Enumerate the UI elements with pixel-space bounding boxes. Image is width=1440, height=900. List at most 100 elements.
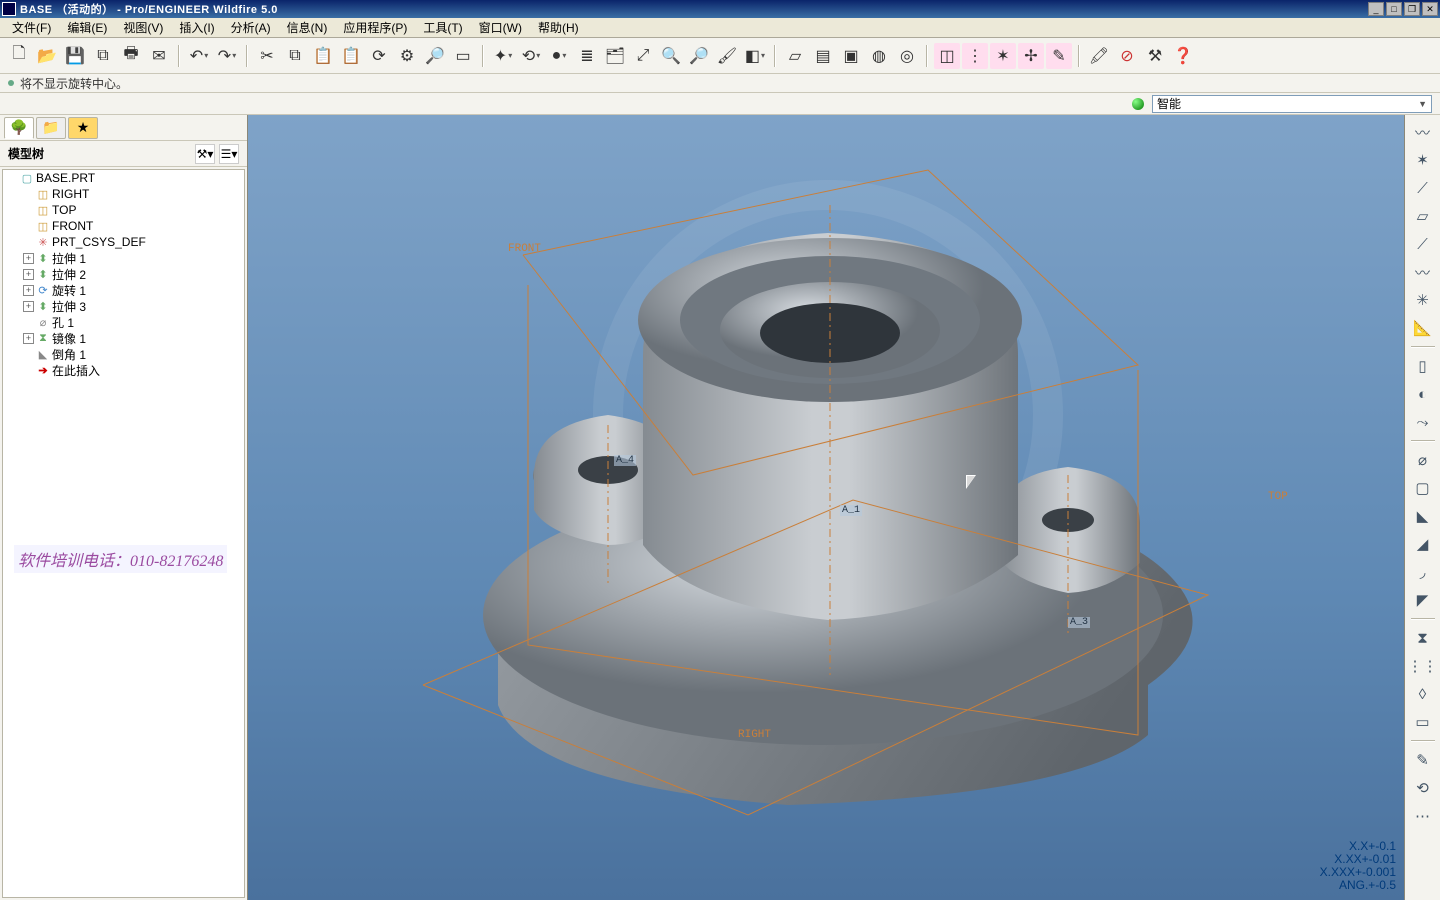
repaint-icon[interactable]: 🖌	[714, 43, 740, 69]
tree-settings-icon[interactable]: ⚒▾	[195, 144, 215, 164]
reference-icon[interactable]: ✳	[1409, 287, 1437, 313]
appearance-icon[interactable]: ●	[546, 43, 572, 69]
datum-csys-toggle-icon[interactable]: ✢	[1018, 43, 1044, 69]
tree-node[interactable]: ▢BASE.PRT	[3, 170, 244, 186]
open-file-icon[interactable]: 📂	[34, 43, 60, 69]
rib-icon[interactable]: ◣	[1409, 503, 1437, 529]
tree-node[interactable]: ➔在此插入	[3, 362, 244, 378]
restyle-icon[interactable]: ⟲	[1409, 775, 1437, 801]
tree-node[interactable]: ◫TOP	[3, 202, 244, 218]
style-icon[interactable]: ✎	[1409, 747, 1437, 773]
boundary-icon[interactable]: ▭	[1409, 709, 1437, 735]
regenerate-icon[interactable]: ⟳	[366, 43, 392, 69]
sweep-icon[interactable]: ⤳	[1409, 409, 1437, 435]
tree-node[interactable]: ⌀孔 1	[3, 314, 244, 330]
datum-csys-crt-icon[interactable]: 〰	[1409, 259, 1437, 285]
datum-plane-icon[interactable]: ▱	[1409, 203, 1437, 229]
draft-icon[interactable]: ◢	[1409, 531, 1437, 557]
new-file-icon[interactable]: 🗋	[6, 43, 32, 69]
menu-item[interactable]: 帮助(H)	[530, 18, 587, 37]
menu-item[interactable]: 视图(V)	[115, 18, 171, 37]
datum-plane-toggle-icon[interactable]: ◫	[934, 43, 960, 69]
refit-icon[interactable]: ⤢	[630, 43, 656, 69]
save-copy-icon[interactable]: ⧉	[90, 43, 116, 69]
email-icon[interactable]: ✉	[146, 43, 172, 69]
menu-item[interactable]: 信息(N)	[279, 18, 336, 37]
enhanced-icon[interactable]: ◎	[894, 43, 920, 69]
shaded-icon[interactable]: ◍	[866, 43, 892, 69]
mirror-icon[interactable]: ⧗	[1409, 625, 1437, 651]
tree-node[interactable]: ✳PRT_CSYS_DEF	[3, 234, 244, 250]
annotation-toggle-icon[interactable]: ✎	[1046, 43, 1072, 69]
undo-button[interactable]: ↶	[186, 43, 212, 69]
spin-center-icon[interactable]: ✦	[490, 43, 516, 69]
model-tree[interactable]: ▢BASE.PRT◫RIGHT◫TOP◫FRONT✳PRT_CSYS_DEF+⬍…	[2, 169, 245, 898]
pattern-icon[interactable]: ⋮⋮	[1409, 653, 1437, 679]
tree-node[interactable]: ◫RIGHT	[3, 186, 244, 202]
tree-node[interactable]: +⬍拉伸 3	[3, 298, 244, 314]
chamfer-icon[interactable]: ◤	[1409, 587, 1437, 613]
menu-item[interactable]: 插入(I)	[171, 18, 222, 37]
redo-button[interactable]: ↷	[214, 43, 240, 69]
tree-node[interactable]: +⬍拉伸 2	[3, 266, 244, 282]
view-manager-icon[interactable]: 🗂	[602, 43, 628, 69]
print-icon[interactable]: 🖶	[118, 43, 144, 69]
settings-icon[interactable]: ⚒	[1142, 43, 1168, 69]
shell-icon[interactable]: ▢	[1409, 475, 1437, 501]
hidden-line-icon[interactable]: ▤	[810, 43, 836, 69]
model-tree-tab[interactable]: 🌳	[4, 117, 34, 139]
view-mode-icon[interactable]: ◧	[742, 43, 768, 69]
analysis-icon[interactable]: 📐	[1409, 315, 1437, 341]
hole-icon[interactable]: ⌀	[1409, 447, 1437, 473]
copy-icon[interactable]: ⧉	[282, 43, 308, 69]
paste-icon[interactable]: 📋	[310, 43, 336, 69]
tree-node[interactable]: +⧗镜像 1	[3, 330, 244, 346]
datum-point-icon[interactable]: ✶	[1409, 147, 1437, 173]
datum-axis-icon[interactable]: ⟋	[1409, 175, 1437, 201]
menu-item[interactable]: 工具(T)	[415, 18, 470, 37]
restore-button[interactable]: ❐	[1404, 2, 1420, 16]
blend-icon[interactable]: ◊	[1409, 681, 1437, 707]
sketch-icon[interactable]: 〰	[1409, 119, 1437, 145]
cut-icon[interactable]: ✂	[254, 43, 280, 69]
round-icon[interactable]: ◞	[1409, 559, 1437, 585]
tree-node[interactable]: ◫FRONT	[3, 218, 244, 234]
folder-tab[interactable]: 📁	[36, 117, 66, 139]
precision-readout: X.X+-0.1 X.XX+-0.01 X.XXX+-0.001 ANG.+-0…	[1320, 840, 1396, 892]
tree-show-icon[interactable]: ☰▾	[219, 144, 239, 164]
datum-point-toggle-icon[interactable]: ✶	[990, 43, 1016, 69]
menu-item[interactable]: 窗口(W)	[471, 18, 530, 37]
save-icon[interactable]: 💾	[62, 43, 88, 69]
favorites-tab[interactable]: ★	[68, 117, 98, 139]
layers-icon[interactable]: ≣	[574, 43, 600, 69]
color-icon[interactable]: 🖍	[1086, 43, 1112, 69]
no-hidden-icon[interactable]: ▣	[838, 43, 864, 69]
tree-node[interactable]: +⬍拉伸 1	[3, 250, 244, 266]
find-icon[interactable]: 🔎	[422, 43, 448, 69]
stop-icon[interactable]: ⊘	[1114, 43, 1140, 69]
menu-item[interactable]: 编辑(E)	[59, 18, 115, 37]
tree-node[interactable]: +⟳旋转 1	[3, 282, 244, 298]
graphics-area[interactable]: FRONT TOP RIGHT A_1 A_4 A_3 X.X+-0.1 X.X…	[248, 115, 1404, 900]
zoom-in-icon[interactable]: 🔍	[658, 43, 684, 69]
maximize-button[interactable]: □	[1386, 2, 1402, 16]
menu-item[interactable]: 文件(F)	[4, 18, 59, 37]
help-icon[interactable]: ❓	[1170, 43, 1196, 69]
orient-icon[interactable]: ⟲	[518, 43, 544, 69]
revolve-icon[interactable]: ◐	[1409, 381, 1437, 407]
menu-item[interactable]: 应用程序(P)	[335, 18, 415, 37]
select-icon[interactable]: ▭	[450, 43, 476, 69]
wireframe-icon[interactable]: ▱	[782, 43, 808, 69]
paste-special-icon[interactable]: 📋	[338, 43, 364, 69]
more-icon[interactable]: ⋯	[1409, 803, 1437, 829]
datum-axis-toggle-icon[interactable]: ⋮	[962, 43, 988, 69]
close-button[interactable]: ✕	[1422, 2, 1438, 16]
regen-manager-icon[interactable]: ⚙	[394, 43, 420, 69]
zoom-out-icon[interactable]: 🔎	[686, 43, 712, 69]
minimize-button[interactable]: _	[1368, 2, 1384, 16]
tree-node[interactable]: ◣倒角 1	[3, 346, 244, 362]
datum-curve-icon[interactable]: ⟋	[1409, 231, 1437, 257]
selection-filter-dropdown[interactable]: 智能 ▼	[1152, 95, 1432, 113]
extrude-icon[interactable]: ▯	[1409, 353, 1437, 379]
menu-item[interactable]: 分析(A)	[223, 18, 279, 37]
